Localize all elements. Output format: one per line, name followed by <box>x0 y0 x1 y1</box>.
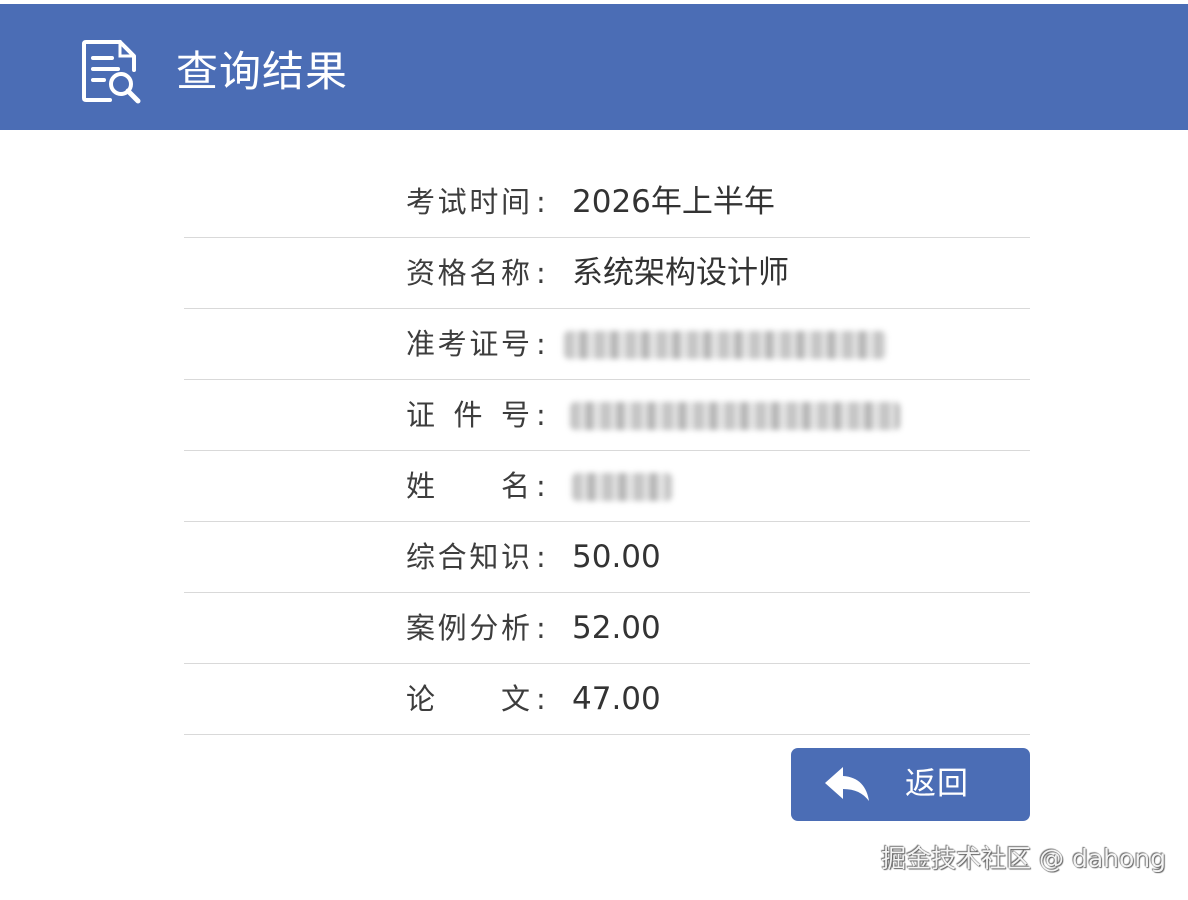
result-row-essay: 论文 : 47.00 <box>184 664 1030 735</box>
result-value-qualification: 系统架构设计师 <box>572 255 789 291</box>
result-row-qualification: 资格名称 : 系统架构设计师 <box>184 238 1030 309</box>
result-row-id-number: 证件号 : <box>184 380 1030 451</box>
result-label: 案例分析 <box>406 611 530 645</box>
redacted-admission-number <box>564 331 886 359</box>
redacted-name <box>572 473 672 501</box>
result-colon: : <box>536 540 546 574</box>
result-row-case-analysis: 案例分析 : 52.00 <box>184 593 1030 664</box>
result-value-exam-time: 2026年上半年 <box>572 184 775 220</box>
result-label: 综合知识 <box>406 540 530 574</box>
back-button-label: 返回 <box>905 766 969 802</box>
header-bar: 查询结果 <box>0 4 1188 130</box>
result-colon: : <box>536 398 546 432</box>
watermark: 掘金技术社区 @ dahong <box>881 844 1166 873</box>
result-value-general-knowledge: 50.00 <box>572 539 661 575</box>
result-label: 考试时间 <box>406 185 530 219</box>
result-label: 资格名称 <box>406 256 530 290</box>
result-colon: : <box>536 327 546 361</box>
redacted-id-number <box>570 402 900 430</box>
result-value-case-analysis: 52.00 <box>572 610 661 646</box>
back-button[interactable]: 返回 <box>791 748 1030 821</box>
result-row-admission-number: 准考证号 : <box>184 309 1030 380</box>
result-row-general-knowledge: 综合知识 : 50.00 <box>184 522 1030 593</box>
result-value-essay: 47.00 <box>572 681 661 717</box>
reply-arrow-icon <box>825 767 869 801</box>
document-search-icon <box>82 40 141 104</box>
result-table: 考试时间 : 2026年上半年 资格名称 : 系统架构设计师 准考证号 : 证件… <box>184 167 1030 735</box>
result-colon: : <box>536 185 546 219</box>
result-label: 论文 <box>406 682 530 716</box>
result-colon: : <box>536 256 546 290</box>
result-label: 证件号 <box>406 398 530 432</box>
result-colon: : <box>536 682 546 716</box>
result-colon: : <box>536 611 546 645</box>
result-row-exam-time: 考试时间 : 2026年上半年 <box>184 167 1030 238</box>
page-title: 查询结果 <box>176 47 349 96</box>
result-label: 准考证号 <box>406 327 530 361</box>
result-label: 姓名 <box>406 469 530 503</box>
result-colon: : <box>536 469 546 503</box>
result-row-name: 姓名 : <box>184 451 1030 522</box>
